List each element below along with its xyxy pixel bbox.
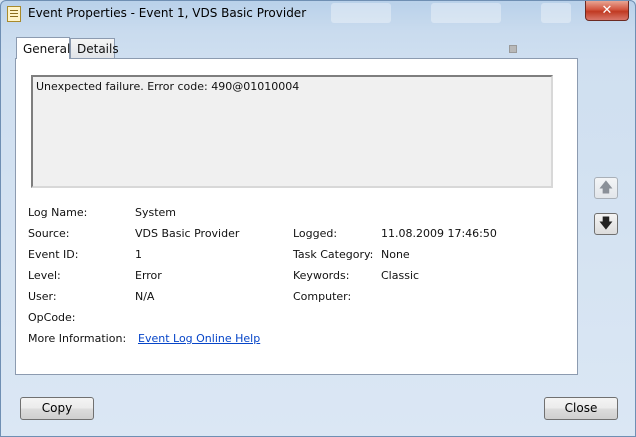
title-bar[interactable]: Event Properties - Event 1, VDS Basic Pr… — [1, 1, 635, 27]
background-blur — [331, 3, 391, 23]
tab-details[interactable]: Details — [70, 38, 119, 59]
log-name-label: Log Name: — [28, 206, 88, 219]
event-viewer-icon — [7, 6, 21, 22]
user-value: N/A — [135, 290, 155, 303]
tab-general[interactable]: General — [16, 37, 70, 59]
next-event-button[interactable]: 🡇 — [594, 213, 618, 235]
tab-label: General — [23, 42, 71, 56]
log-name-value: System — [135, 206, 177, 219]
previous-event-button[interactable]: 🡅 — [594, 177, 618, 199]
resize-indicator-icon — [509, 45, 517, 53]
event-properties-window: Event Properties - Event 1, VDS Basic Pr… — [0, 0, 636, 437]
task-category-label: Task Category: — [293, 248, 374, 261]
task-category-value: None — [381, 248, 410, 261]
user-label: User: — [28, 290, 57, 303]
copy-button[interactable]: Copy — [20, 397, 94, 420]
close-icon: ✕ — [601, 3, 613, 18]
source-value: VDS Basic Provider — [135, 227, 240, 240]
event-description-text: Unexpected failure. Error code: 490@0101… — [36, 80, 300, 93]
opcode-label: OpCode: — [28, 311, 76, 324]
window-title: Event Properties - Event 1, VDS Basic Pr… — [28, 6, 307, 20]
event-id-label: Event ID: — [28, 248, 79, 261]
source-label: Source: — [28, 227, 70, 240]
tab-label: Details — [77, 42, 119, 56]
logged-label: Logged: — [293, 227, 338, 240]
arrow-up-icon: 🡅 — [598, 180, 614, 196]
window-close-button[interactable]: ✕ — [585, 1, 629, 21]
keywords-value: Classic — [381, 269, 420, 282]
level-label: Level: — [28, 269, 61, 282]
logged-value: 11.08.2009 17:46:50 — [381, 227, 497, 240]
level-value: Error — [135, 269, 162, 282]
background-blur — [431, 3, 501, 23]
general-panel: Unexpected failure. Error code: 490@0101… — [15, 58, 578, 375]
keywords-label: Keywords: — [293, 269, 350, 282]
close-button[interactable]: Close — [544, 397, 618, 420]
event-id-value: 1 — [135, 248, 142, 261]
computer-label: Computer: — [293, 290, 352, 303]
more-information-label: More Information: — [28, 332, 127, 345]
arrow-down-icon: 🡇 — [598, 216, 614, 232]
event-description[interactable]: Unexpected failure. Error code: 490@0101… — [31, 75, 553, 188]
background-blur — [541, 3, 571, 23]
event-log-online-help-link[interactable]: Event Log Online Help — [138, 332, 260, 345]
